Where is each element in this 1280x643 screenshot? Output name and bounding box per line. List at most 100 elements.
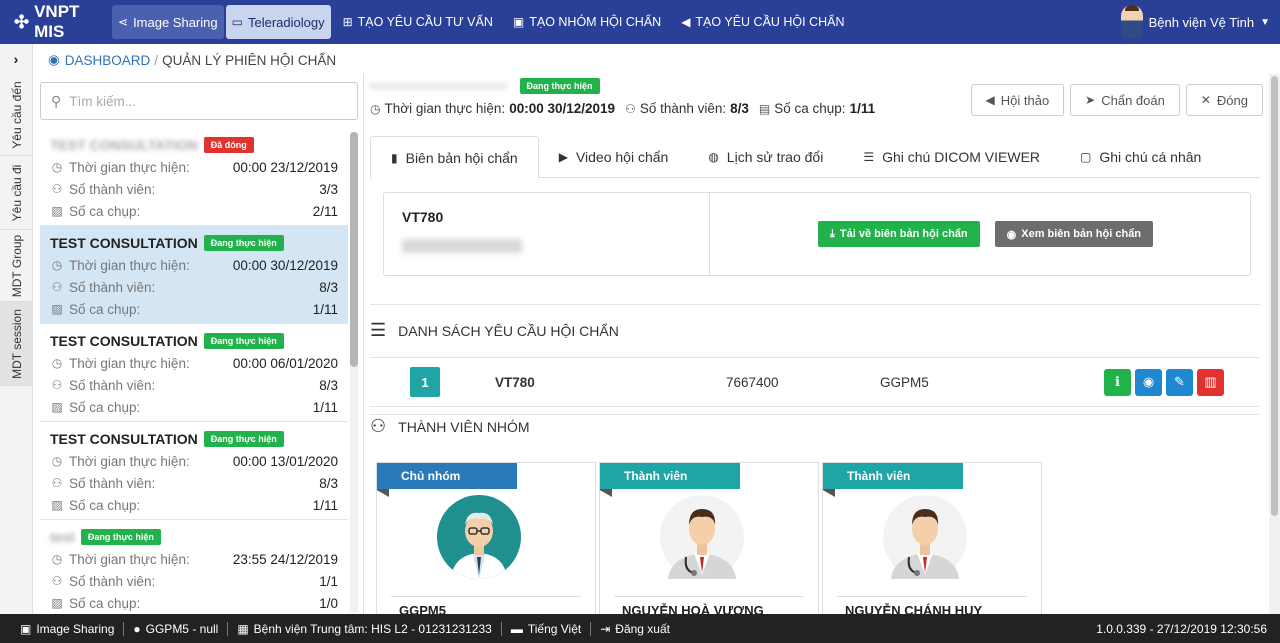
shots-label-text: Số ca chụp:: [69, 595, 141, 611]
tab-label: MDT session: [9, 308, 24, 379]
scrollbar-thumb[interactable]: [1271, 76, 1278, 516]
expand-sidebar-icon[interactable]: ›: [0, 44, 32, 74]
tab-outgoing-requests[interactable]: Yêu cầu đi: [0, 156, 33, 230]
list-icon: ☰: [370, 320, 387, 340]
list-item[interactable]: TEST CONSULTATION Đã đóng ◷ Thời gian thực …: [40, 128, 348, 226]
user-menu[interactable]: Bệnh viện Vệ Tinh ▼: [1120, 0, 1270, 44]
breadcrumb-home[interactable]: DASHBOARD: [65, 53, 151, 68]
module-teleradiology[interactable]: ▭ Teleradiology: [225, 5, 331, 39]
shots-label: ▨ Số ca chụp:: [50, 400, 140, 415]
detail-tabs: ▮ Biên bản hội chẩn ▶ Video hội chẩn ◍ Lịch…: [370, 136, 1260, 179]
tab-incoming-requests[interactable]: Yêu cầu đến: [0, 74, 33, 156]
member-card[interactable]: Thành viên NGUYỄN CHÁNH HUY: [822, 462, 1042, 614]
item-shots-row: ▨ Số ca chụp: 1/11: [50, 298, 338, 320]
item-shots-row: ▨ Số ca chụp: 1/0: [50, 592, 338, 614]
item-time-row: ◷ Thời gian thực hiện: 00:00 13/01/2020: [50, 450, 338, 472]
shots-value: 1/11: [849, 101, 876, 116]
image-icon: ▨: [51, 596, 63, 610]
members-label: ⚇ Số thành viên:: [50, 280, 156, 295]
language-switch[interactable]: ▬ Tiếng Việt: [502, 622, 590, 636]
list-item[interactable]: test Đang thực hiện ◷ Thời gian thực hiện: 2…: [40, 520, 348, 614]
member-card[interactable]: Chủ nhóm GGPM5: [376, 462, 596, 614]
time-value: 00:00 06/01/2020: [232, 355, 338, 371]
brand[interactable]: ✣ VNPT MIS: [0, 2, 112, 42]
scrollbar-thumb[interactable]: [350, 132, 358, 367]
info-button[interactable]: ℹ: [1104, 368, 1131, 396]
conference-button[interactable]: ◀ Hội thảo: [970, 84, 1065, 116]
create-mdt-group-link[interactable]: ▣ TẠO NHÓM HỘI CHẨN: [503, 0, 671, 44]
tab-personal-notes[interactable]: ▢ Ghi chú cá nhân: [1060, 136, 1221, 178]
top-nav: ⋖ Image Sharing ▭ Teleradiology ⊞ TẠO YÊ…: [112, 0, 855, 44]
session-list: TEST CONSULTATION Đã đóng ◷ Thời gian thực …: [40, 128, 348, 614]
close-session-button[interactable]: ✕ Đóng: [1185, 84, 1263, 116]
detail-actions: ◀ Hội thảo ➤ Chẩn đoán ✕ Đóng: [965, 84, 1263, 116]
users-icon: ⚇: [51, 574, 63, 588]
item-time-row: ◷ Thời gian thực hiện: 00:00 30/12/2019: [50, 254, 338, 276]
edit-button[interactable]: ✎: [1166, 368, 1193, 396]
shots-value: 1/0: [319, 595, 338, 611]
list-item[interactable]: TEST CONSULTATION Đang thực hiện ◷ Thời gia…: [40, 422, 348, 520]
tab-report[interactable]: ▮ Biên bản hội chẩn: [370, 136, 539, 179]
tab-mdt-group[interactable]: MDT Group: [0, 230, 33, 302]
tab-video[interactable]: ▶ Video hội chẩn: [539, 136, 689, 178]
status-badge: Đang thực hiện: [80, 529, 161, 545]
clock-icon: ◷: [51, 356, 63, 370]
download-icon: ⤓: [830, 227, 835, 240]
redacted-text: [402, 239, 522, 253]
list-scrollbar[interactable]: [350, 132, 358, 612]
time-value: 00:00 23/12/2019: [232, 159, 338, 175]
tab-dicom-notes[interactable]: ☰ Ghi chú DICOM VIEWER: [843, 136, 1060, 178]
tab-label: Video hội chẩn: [575, 149, 669, 165]
users-icon: ⚇: [51, 476, 63, 490]
user-icon: ●: [133, 621, 141, 636]
view-report-button[interactable]: ◉ Xem biên bản hội chẩn: [994, 221, 1154, 247]
doctor-portrait-icon: [883, 495, 967, 579]
tab-history[interactable]: ◍ Lịch sử trao đổi: [688, 136, 843, 178]
divider: [614, 596, 804, 597]
module-image-sharing[interactable]: ⋖ Image Sharing: [112, 5, 224, 39]
status-badge: Đang thực hiện: [203, 431, 284, 447]
member-name: GGPM5: [399, 603, 446, 614]
tab-label: MDT Group: [9, 234, 24, 297]
list-item[interactable]: TEST CONSULTATION Đang thực hiện ◷ Thời gia…: [40, 324, 348, 422]
member-name: NGUYỄN HOÀ VƯƠNG: [622, 603, 764, 614]
info-icon: ℹ: [1115, 374, 1120, 389]
users-icon: ⚇: [625, 101, 636, 116]
item-members-row: ⚇ Số thành viên: 3/3: [50, 178, 338, 200]
building-icon: ▦: [237, 621, 249, 636]
item-title-row: TEST CONSULTATION Đang thực hiện: [50, 232, 338, 254]
item-shots-row: ▨ Số ca chụp: 2/11: [50, 200, 338, 222]
item-shots-row: ▨ Số ca chụp: 1/11: [50, 494, 338, 516]
status-badge: Đang thực hiện: [203, 235, 284, 251]
download-report-button[interactable]: ⤓ Tải về biên bản hội chẩn: [818, 221, 980, 247]
megaphone-icon: ◀: [681, 15, 691, 29]
item-members-row: ⚇ Số thành viên: 8/3: [50, 472, 338, 494]
footer-hospital: ▦ Bệnh viện Trung tâm: HIS L2 - 012312312…: [228, 622, 501, 636]
member-card[interactable]: Thành viên NGUYỄN HOÀ VƯƠNG: [599, 462, 819, 614]
detail-scrollbar[interactable]: [1269, 74, 1280, 614]
logo-icon: ✣: [14, 11, 30, 32]
create-mdt-request-link[interactable]: ◀ TẠO YÊU CẦU HỘI CHẨN: [671, 0, 854, 44]
list-item[interactable]: TEST CONSULTATION Đang thực hiện ◷ Thời gia…: [40, 226, 348, 324]
close-icon: ✕: [1200, 93, 1211, 107]
delete-button[interactable]: ▥: [1197, 368, 1224, 396]
shots-label-text: Số ca chụp:: [69, 203, 141, 219]
time-label: ◷ Thời gian thực hiện:: [50, 552, 190, 567]
owner-email-blurred: xxxxxxxxxxxxxxxxxxxxxxxxx: [370, 80, 508, 92]
members-label-text: Số thành viên:: [69, 573, 156, 589]
time-label: ◷ Thời gian thực hiện:: [50, 454, 190, 469]
time-value: 00:00 30/12/2019: [509, 101, 616, 116]
create-consult-request-link[interactable]: ⊞ TẠO YÊU CẦU TƯ VẤN: [333, 0, 503, 44]
button-label: Đóng: [1216, 92, 1248, 108]
row-actions: ℹ ◉ ✎ ▥: [1100, 368, 1224, 396]
search-input[interactable]: [69, 93, 330, 109]
shots-label: ▨ Số ca chụp:: [50, 498, 140, 513]
time-value: 23:55 24/12/2019: [232, 551, 338, 567]
time-label-text: Thời gian thực hiện:: [69, 453, 190, 469]
table-row: 1 VT780 7667400 GGPM5 ℹ ◉ ✎ ▥: [370, 357, 1260, 407]
view-button[interactable]: ◉: [1135, 368, 1162, 396]
diagnose-button[interactable]: ➤ Chẩn đoán: [1070, 84, 1180, 116]
tab-mdt-session[interactable]: MDT session: [0, 302, 33, 386]
logout-button[interactable]: ⇥ Đăng xuất: [591, 622, 679, 636]
time-label: ◷ Thời gian thực hiện:: [50, 356, 190, 371]
